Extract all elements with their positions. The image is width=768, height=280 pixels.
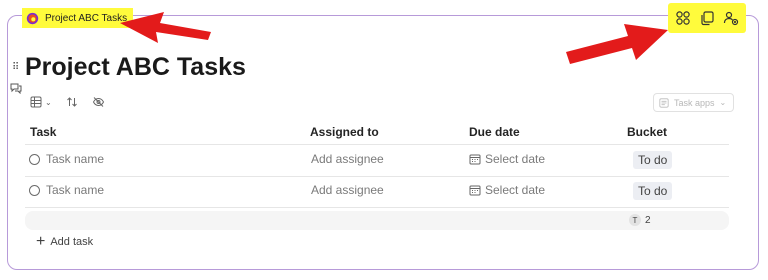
- task-cell[interactable]: Task name: [29, 152, 104, 166]
- copy-icon[interactable]: [699, 10, 715, 26]
- task-apps-icon: [659, 97, 669, 108]
- row-divider: [25, 207, 729, 208]
- summary-row: [25, 211, 729, 230]
- drag-handle-icon[interactable]: ⠿: [12, 63, 19, 73]
- task-apps-label: Task apps: [674, 97, 715, 108]
- task-apps-button[interactable]: Task apps ⌄: [653, 93, 734, 112]
- assignee-placeholder: Add assignee: [311, 183, 384, 197]
- sort-icon[interactable]: [66, 96, 78, 108]
- column-header-assigned[interactable]: Assigned to: [310, 125, 379, 139]
- grid-icon[interactable]: ⌄: [30, 96, 52, 108]
- eye-off-icon[interactable]: [92, 96, 105, 108]
- column-header-bucket[interactable]: Bucket: [627, 125, 667, 139]
- due-date-cell[interactable]: Select date: [469, 152, 545, 166]
- comment-icon[interactable]: [10, 82, 22, 94]
- bucket-tag[interactable]: To do: [633, 151, 673, 169]
- column-header-due-date[interactable]: Due date: [469, 125, 520, 139]
- page-title: Project ABC Tasks: [25, 53, 246, 81]
- loop-title-label: Project ABC Tasks: [45, 12, 128, 24]
- table-toolbar: ⌄: [30, 96, 105, 108]
- add-task-button[interactable]: + Add task: [36, 233, 94, 250]
- bucket-summary: T 2: [629, 214, 651, 226]
- row-divider: [25, 144, 729, 145]
- task-name: Task name: [46, 183, 105, 197]
- due-date-cell[interactable]: Select date: [469, 183, 545, 197]
- loop-logo-icon: [26, 12, 39, 24]
- due-date-placeholder: Select date: [485, 152, 546, 166]
- loop-title-tag[interactable]: Project ABC Tasks: [22, 8, 134, 28]
- plus-icon: +: [36, 233, 46, 250]
- task-name: Task name: [46, 152, 105, 166]
- top-action-icons: [668, 3, 746, 33]
- red-arrow-right: [566, 24, 668, 64]
- bucket-tag[interactable]: To do: [633, 182, 673, 200]
- calendar-icon: [469, 154, 481, 165]
- assignee-cell[interactable]: Add assignee: [311, 152, 384, 166]
- add-task-label: Add task: [50, 236, 94, 248]
- assignee-placeholder: Add assignee: [311, 152, 384, 166]
- share-people-icon[interactable]: [723, 10, 739, 26]
- complete-circle-icon[interactable]: [29, 153, 40, 165]
- assignee-cell[interactable]: Add assignee: [311, 183, 384, 197]
- row-divider: [25, 176, 729, 177]
- red-arrow-left: [120, 12, 211, 43]
- calendar-icon: [469, 185, 481, 196]
- summary-initial: T: [629, 214, 641, 226]
- apps-icon[interactable]: [675, 10, 691, 26]
- chevron-down-icon: ⌄: [45, 97, 52, 107]
- chevron-down-icon: ⌄: [719, 98, 727, 107]
- due-date-placeholder: Select date: [485, 183, 546, 197]
- summary-count: 2: [645, 214, 651, 226]
- column-header-task[interactable]: Task: [30, 125, 56, 139]
- complete-circle-icon[interactable]: [29, 184, 40, 196]
- task-cell[interactable]: Task name: [29, 183, 104, 197]
